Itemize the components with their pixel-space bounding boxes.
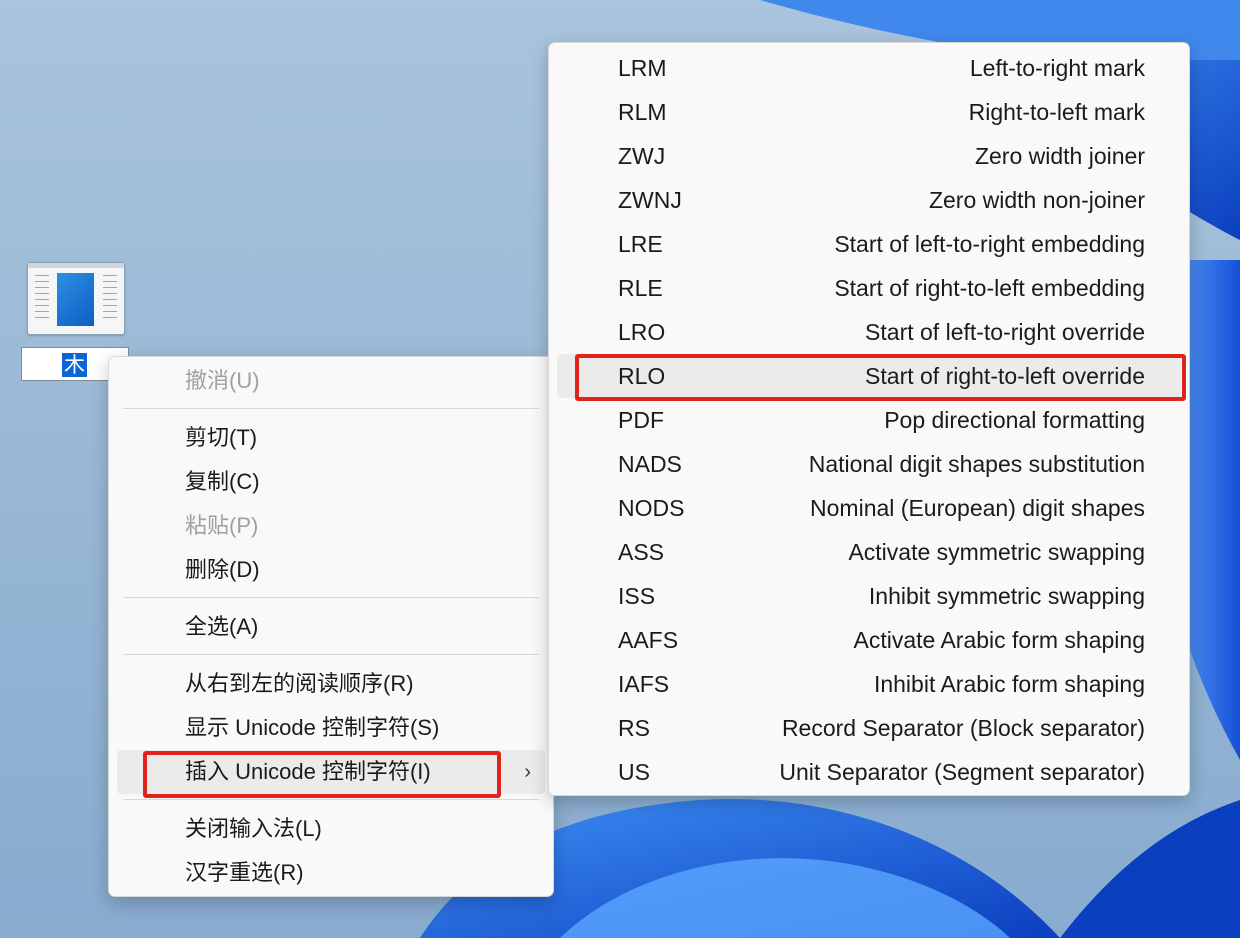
- control-code: LRM: [618, 55, 667, 81]
- control-description: Right-to-left mark: [968, 99, 1145, 125]
- control-code: ZWJ: [618, 143, 666, 169]
- submenu-item-lro[interactable]: LRO Start of left-to-right override: [557, 310, 1181, 354]
- control-code: RLM: [618, 99, 667, 125]
- control-code: IAFS: [618, 671, 670, 697]
- menu-item-reconvert[interactable]: 汉字重选(R): [117, 851, 545, 895]
- submenu-item-rle[interactable]: RLE Start of right-to-left embedding: [557, 266, 1181, 310]
- icon-titlebar: [28, 263, 124, 268]
- control-description: Activate Arabic form shaping: [853, 627, 1145, 653]
- menu-item-label: 删除(D): [185, 557, 260, 582]
- menu-item-label: 关闭输入法(L): [185, 816, 322, 841]
- menu-item-rtl-reading-order[interactable]: 从右到左的阅读顺序(R): [117, 662, 545, 706]
- submenu-item-rlm[interactable]: RLM Right-to-left mark: [557, 90, 1181, 134]
- submenu-item-pdf[interactable]: PDF Pop directional formatting: [557, 398, 1181, 442]
- submenu-item-zwj[interactable]: ZWJ Zero width joiner: [557, 134, 1181, 178]
- menu-item-label: 全选(A): [185, 614, 259, 639]
- menu-item-label: 汉字重选(R): [185, 860, 304, 885]
- menu-item-copy[interactable]: 复制(C): [117, 460, 545, 504]
- submenu-item-us[interactable]: US Unit Separator (Segment separator): [557, 750, 1181, 794]
- control-description: Activate symmetric swapping: [848, 539, 1145, 565]
- control-code: NADS: [618, 451, 682, 477]
- control-code: LRE: [618, 231, 663, 257]
- highlight-box-insert-unicode: [143, 751, 501, 798]
- chevron-right-icon: ›: [524, 761, 531, 783]
- control-code: PDF: [618, 407, 664, 433]
- control-description: National digit shapes substitution: [808, 451, 1145, 477]
- control-description: Inhibit Arabic form shaping: [873, 671, 1145, 697]
- menu-item-label: 粘贴(P): [185, 513, 259, 538]
- submenu-item-zwnj[interactable]: ZWNJ Zero width non-joiner: [557, 178, 1181, 222]
- control-code: RLE: [618, 275, 663, 301]
- menu-item-label: 显示 Unicode 控制字符(S): [185, 715, 440, 740]
- submenu-item-nods[interactable]: NODS Nominal (European) digit shapes: [557, 486, 1181, 530]
- icon-lines-right: [103, 275, 117, 323]
- control-code: ZWNJ: [618, 187, 682, 213]
- menu-item-paste[interactable]: 粘贴(P): [117, 504, 545, 548]
- menu-item-select-all[interactable]: 全选(A): [117, 605, 545, 649]
- menu-item-label: 从右到左的阅读顺序(R): [185, 671, 414, 696]
- submenu-item-ass[interactable]: ASS Activate symmetric swapping: [557, 530, 1181, 574]
- menu-item-delete[interactable]: 删除(D): [117, 548, 545, 592]
- menu-item-undo[interactable]: 撤消(U): [117, 359, 545, 403]
- control-code: NODS: [618, 495, 685, 521]
- icon-document-page: [57, 273, 94, 326]
- document-file-icon[interactable]: [27, 262, 125, 335]
- menu-separator: [123, 799, 539, 800]
- context-menu: 撤消(U) 剪切(T) 复制(C) 粘贴(P) 删除(D) 全选(A) 从右到左…: [108, 356, 554, 897]
- menu-item-label: 剪切(T): [185, 425, 258, 450]
- control-code: US: [618, 759, 650, 785]
- menu-separator: [123, 654, 539, 655]
- control-description: Pop directional formatting: [884, 407, 1145, 433]
- menu-separator: [123, 408, 539, 409]
- control-description: Left-to-right mark: [969, 55, 1145, 81]
- rename-selected-text: 木: [62, 353, 87, 377]
- submenu-item-rs[interactable]: RS Record Separator (Block separator): [557, 706, 1181, 750]
- control-code: RS: [618, 715, 650, 741]
- submenu-item-iss[interactable]: ISS Inhibit symmetric swapping: [557, 574, 1181, 618]
- control-description: Inhibit symmetric swapping: [868, 583, 1145, 609]
- highlight-box-rlo: [575, 354, 1186, 401]
- submenu-item-iafs[interactable]: IAFS Inhibit Arabic form shaping: [557, 662, 1181, 706]
- menu-item-cut[interactable]: 剪切(T): [117, 416, 545, 460]
- menu-item-label: 复制(C): [185, 469, 260, 494]
- submenu-item-lre[interactable]: LRE Start of left-to-right embedding: [557, 222, 1181, 266]
- icon-lines-left: [35, 275, 49, 323]
- control-code: LRO: [618, 319, 666, 345]
- menu-item-show-unicode-control[interactable]: 显示 Unicode 控制字符(S): [117, 706, 545, 750]
- control-description: Start of left-to-right embedding: [834, 231, 1145, 257]
- control-description: Record Separator (Block separator): [781, 715, 1145, 741]
- control-description: Start of left-to-right override: [865, 319, 1145, 345]
- control-code: AAFS: [618, 627, 679, 653]
- control-code: ASS: [618, 539, 665, 565]
- menu-item-close-ime[interactable]: 关闭输入法(L): [117, 807, 545, 851]
- control-description: Start of right-to-left embedding: [834, 275, 1145, 301]
- control-code: ISS: [618, 583, 656, 609]
- submenu-item-aafs[interactable]: AAFS Activate Arabic form shaping: [557, 618, 1181, 662]
- submenu-item-nads[interactable]: NADS National digit shapes substitution: [557, 442, 1181, 486]
- unicode-control-submenu: LRM Left-to-right mark RLM Right-to-left m…: [548, 42, 1190, 796]
- control-description: Zero width non-joiner: [928, 187, 1145, 213]
- menu-separator: [123, 597, 539, 598]
- control-description: Zero width joiner: [974, 143, 1145, 169]
- menu-item-label: 撤消(U): [185, 368, 260, 393]
- submenu-item-lrm[interactable]: LRM Left-to-right mark: [557, 46, 1181, 90]
- control-description: Nominal (European) digit shapes: [810, 495, 1145, 521]
- control-description: Unit Separator (Segment separator): [779, 759, 1145, 785]
